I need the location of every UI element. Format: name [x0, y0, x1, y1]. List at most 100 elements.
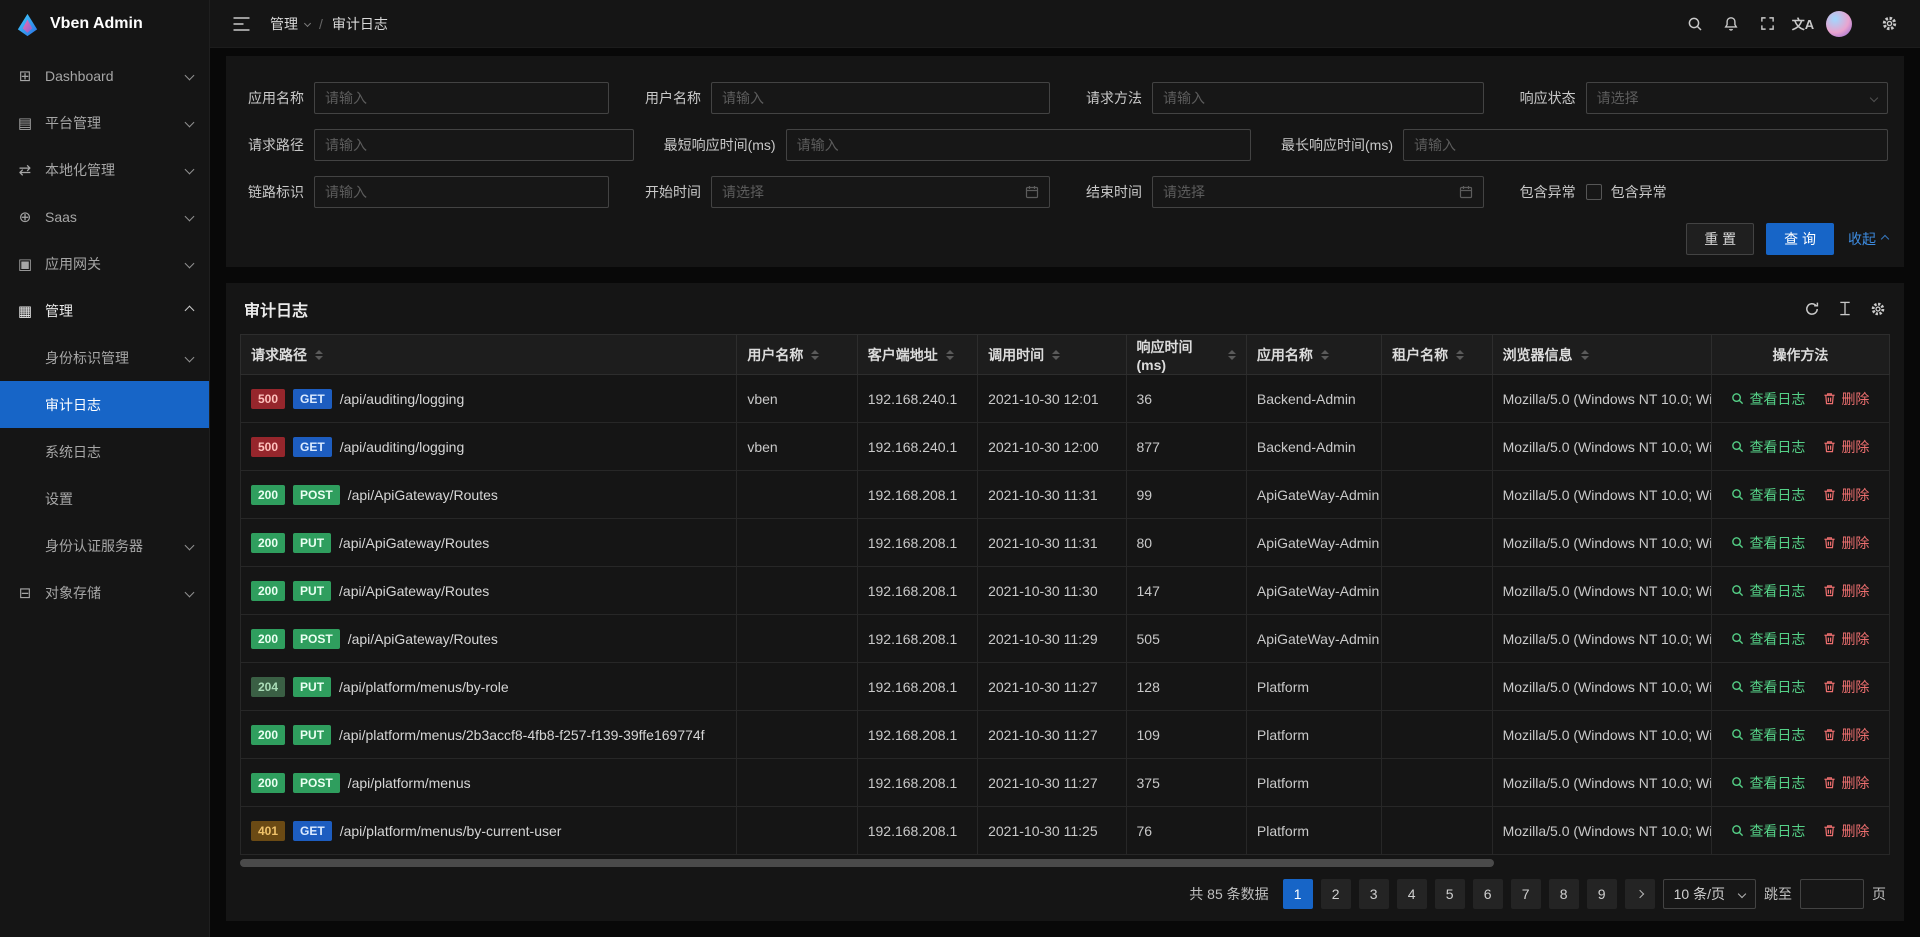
- column-header-response[interactable]: 响应时间(ms): [1126, 335, 1246, 375]
- cell-user: [737, 471, 857, 519]
- delete-label: 删除: [1841, 725, 1869, 745]
- column-header-client[interactable]: 客户端地址: [857, 335, 977, 375]
- column-header-path[interactable]: 请求路径: [241, 335, 737, 375]
- column-header-browser[interactable]: 浏览器信息: [1492, 335, 1711, 375]
- request-path-input[interactable]: [314, 129, 634, 161]
- settings-gear-icon[interactable]: [1872, 7, 1906, 41]
- delete-button[interactable]: 删除: [1823, 533, 1869, 553]
- view-log-button[interactable]: 查看日志: [1731, 485, 1805, 505]
- view-log-button[interactable]: 查看日志: [1731, 725, 1805, 745]
- cell-client: 192.168.208.1: [857, 471, 977, 519]
- fullscreen-icon[interactable]: [1750, 7, 1784, 41]
- delete-button[interactable]: 删除: [1823, 821, 1869, 841]
- min-response-time-input[interactable]: [786, 129, 1251, 161]
- sort-icon[interactable]: [1581, 350, 1589, 360]
- sidebar-item-auth-server[interactable]: 身份认证服务器: [0, 522, 209, 569]
- sort-icon[interactable]: [946, 350, 954, 360]
- cell-user: [737, 567, 857, 615]
- sort-icon[interactable]: [315, 350, 323, 360]
- sidebar-item-identity[interactable]: 身份标识管理: [0, 334, 209, 381]
- http-method-input[interactable]: [1152, 82, 1484, 114]
- placeholder-text: 请选择: [1163, 182, 1205, 202]
- sidebar-item-dashboard[interactable]: ⊞Dashboard: [0, 52, 209, 99]
- view-log-button[interactable]: 查看日志: [1731, 389, 1805, 409]
- app-logo[interactable]: Vben Admin: [0, 0, 209, 48]
- page-button-8[interactable]: 8: [1549, 879, 1579, 909]
- delete-button[interactable]: 删除: [1823, 725, 1869, 745]
- sort-icon[interactable]: [1052, 350, 1060, 360]
- delete-button[interactable]: 删除: [1823, 629, 1869, 649]
- horizontal-scrollbar[interactable]: [240, 859, 1494, 867]
- delete-button[interactable]: 删除: [1823, 485, 1869, 505]
- sidebar-item-object-storage[interactable]: ⊟对象存储: [0, 569, 209, 616]
- sidebar-item-localization[interactable]: ⇄本地化管理: [0, 146, 209, 193]
- status-badge: 200: [251, 485, 285, 505]
- sort-icon[interactable]: [811, 350, 819, 360]
- response-status-select[interactable]: 请选择: [1586, 82, 1888, 114]
- column-header-user[interactable]: 用户名称: [737, 335, 857, 375]
- page-button-6[interactable]: 6: [1473, 879, 1503, 909]
- page-button-9[interactable]: 9: [1587, 879, 1617, 909]
- view-log-button[interactable]: 查看日志: [1731, 581, 1805, 601]
- sidebar-item-platform[interactable]: ▤平台管理: [0, 99, 209, 146]
- page-button-2[interactable]: 2: [1321, 879, 1351, 909]
- delete-button[interactable]: 删除: [1823, 773, 1869, 793]
- breadcrumb-item-management[interactable]: 管理: [270, 14, 310, 34]
- page-button-5[interactable]: 5: [1435, 879, 1465, 909]
- notification-bell-icon[interactable]: [1714, 7, 1748, 41]
- max-response-time-input[interactable]: [1403, 129, 1888, 161]
- language-icon[interactable]: 文A: [1786, 7, 1820, 41]
- delete-button[interactable]: 删除: [1823, 389, 1869, 409]
- search-button[interactable]: 查 询: [1766, 223, 1834, 255]
- page-button-7[interactable]: 7: [1511, 879, 1541, 909]
- sort-icon[interactable]: [1456, 350, 1464, 360]
- page-size-select[interactable]: 10 条/页: [1663, 879, 1756, 909]
- view-log-button[interactable]: 查看日志: [1731, 533, 1805, 553]
- user-avatar[interactable]: [1822, 7, 1856, 41]
- trace-id-input[interactable]: [314, 176, 609, 208]
- page-button-1[interactable]: 1: [1283, 879, 1313, 909]
- page-content: 应用名称用户名称请求方法响应状态请选择请求路径最短响应时间(ms)最长响应时间(…: [210, 48, 1920, 937]
- sidebar-item-audit-logs[interactable]: 审计日志: [0, 381, 209, 428]
- page-button-3[interactable]: 3: [1359, 879, 1389, 909]
- end-time-datepicker[interactable]: 请选择: [1152, 176, 1484, 208]
- reset-button[interactable]: 重 置: [1686, 223, 1754, 255]
- menu-fold-icon[interactable]: [224, 7, 258, 41]
- sidebar-item-management[interactable]: ▦管理: [0, 287, 209, 334]
- cell-user: vben: [737, 375, 857, 423]
- column-header-time[interactable]: 调用时间: [978, 335, 1126, 375]
- delete-button[interactable]: 删除: [1823, 581, 1869, 601]
- delete-button[interactable]: 删除: [1823, 677, 1869, 697]
- sidebar-item-system-logs[interactable]: 系统日志: [0, 428, 209, 475]
- cell-path: 200PUT/api/platform/menus/2b3accf8-4fb8-…: [241, 711, 737, 759]
- column-header-app[interactable]: 应用名称: [1246, 335, 1381, 375]
- refresh-icon[interactable]: [1804, 301, 1820, 317]
- sidebar-item-gateway[interactable]: ▣应用网关: [0, 240, 209, 287]
- jump-page-input[interactable]: [1800, 879, 1864, 909]
- page-button-4[interactable]: 4: [1397, 879, 1427, 909]
- search-icon[interactable]: [1678, 7, 1712, 41]
- view-log-button[interactable]: 查看日志: [1731, 821, 1805, 841]
- delete-button[interactable]: 删除: [1823, 437, 1869, 457]
- next-page-button[interactable]: [1625, 879, 1655, 909]
- start-time-datepicker[interactable]: 请选择: [711, 176, 1050, 208]
- has-exception-checkbox[interactable]: [1586, 184, 1602, 200]
- view-log-button[interactable]: 查看日志: [1731, 677, 1805, 697]
- user-name-input[interactable]: [711, 82, 1050, 114]
- view-log-button[interactable]: 查看日志: [1731, 629, 1805, 649]
- cell-browser: Mozilla/5.0 (Windows NT 10.0; Win...: [1492, 423, 1711, 471]
- sort-icon[interactable]: [1228, 350, 1236, 360]
- row-height-icon[interactable]: [1838, 301, 1852, 316]
- filter-panel: 应用名称用户名称请求方法响应状态请选择请求路径最短响应时间(ms)最长响应时间(…: [226, 56, 1904, 267]
- collapse-filters-link[interactable]: 收起: [1848, 229, 1888, 249]
- view-log-button[interactable]: 查看日志: [1731, 437, 1805, 457]
- column-header-tenant[interactable]: 租户名称: [1382, 335, 1492, 375]
- app-name-input[interactable]: [314, 82, 609, 114]
- cell-browser: Mozilla/5.0 (Windows NT 10.0; Win...: [1492, 375, 1711, 423]
- sort-icon[interactable]: [1321, 350, 1329, 360]
- sidebar-item-saas[interactable]: ⊕Saas: [0, 193, 209, 240]
- sidebar-item-settings[interactable]: 设置: [0, 475, 209, 522]
- cell-actions: 查看日志删除: [1711, 807, 1889, 855]
- column-settings-icon[interactable]: [1870, 301, 1886, 317]
- view-log-button[interactable]: 查看日志: [1731, 773, 1805, 793]
